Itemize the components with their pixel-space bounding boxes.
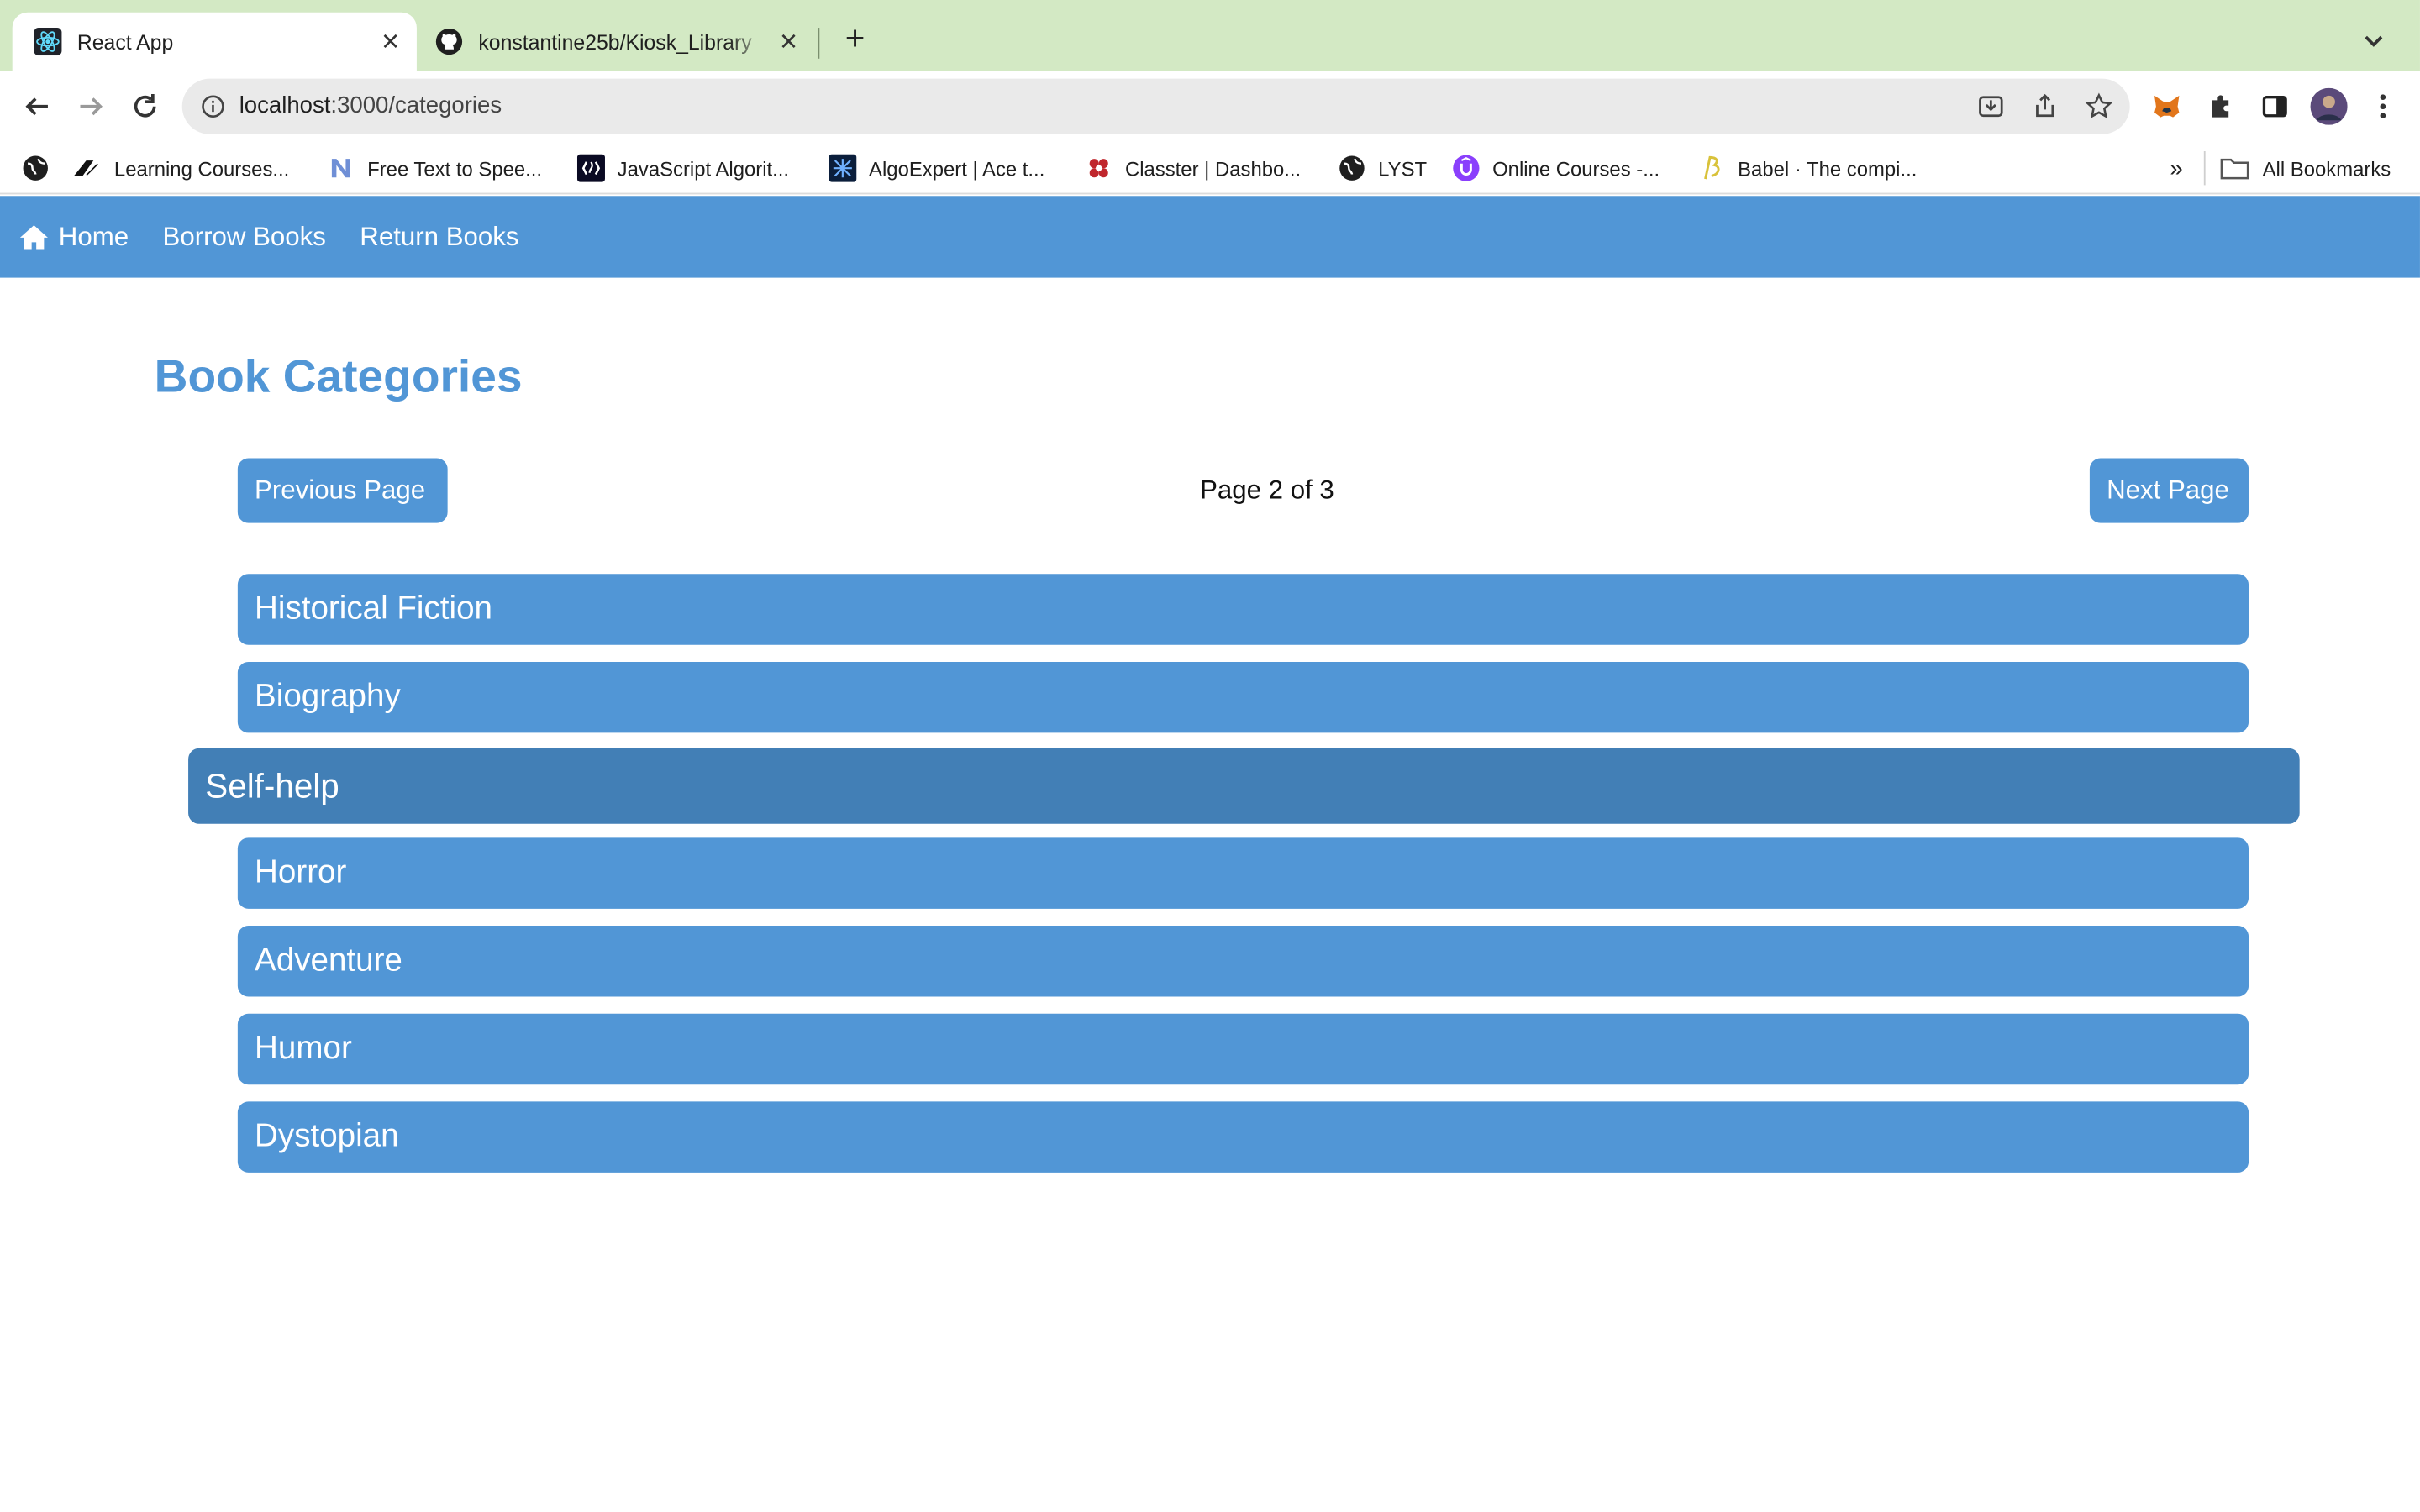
url-path: :3000/categories <box>330 92 502 119</box>
home-icon <box>18 222 50 253</box>
tab-title: konstantine25b/Kiosk_Library <box>478 29 752 54</box>
close-tab-icon[interactable]: ✕ <box>373 24 407 58</box>
tab-search-chevron-icon[interactable] <box>2358 24 2389 55</box>
bookmark-label: Learning Courses... <box>113 156 290 180</box>
freecodecamp-icon <box>576 154 605 182</box>
profile-avatar[interactable] <box>2310 87 2348 125</box>
tab-github[interactable]: konstantine25b/Kiosk_Library ✕ <box>429 13 815 71</box>
bookmark-online-courses[interactable]: Online Courses -... <box>1452 153 1660 184</box>
category-item-historical-fiction[interactable]: Historical Fiction <box>237 574 2249 645</box>
bookmark-label: Babel · The compi... <box>1738 156 1918 180</box>
category-item-horror[interactable]: Horror <box>237 837 2249 909</box>
classter-icon <box>1085 155 1113 182</box>
nav-home-label: Home <box>58 221 129 251</box>
browser-toolbar: localhost:3000/categories <box>0 71 2420 142</box>
github-icon <box>435 28 463 55</box>
url-host: localhost <box>239 92 331 119</box>
bookmarks-bar: Learning Courses... Free Text to Spee...… <box>0 141 2420 195</box>
n-logo-icon <box>327 155 355 182</box>
bookmark-algoexpert[interactable]: AlgoExpert | Ace t... <box>829 153 1044 184</box>
bookmark-free-text-to-speech[interactable]: Free Text to Spee... <box>327 153 542 184</box>
previous-page-button[interactable]: Previous Page <box>237 458 448 523</box>
react-icon <box>34 28 62 56</box>
address-bar[interactable]: localhost:3000/categories <box>182 78 2130 134</box>
category-item-humor[interactable]: Humor <box>237 1013 2249 1085</box>
bookmark-globe[interactable] <box>22 153 62 184</box>
page-title: Book Categories <box>154 351 523 403</box>
next-page-button[interactable]: Next Page <box>2089 458 2249 523</box>
bookmarks-overflow-chevron[interactable]: » <box>2170 153 2182 184</box>
bookmark-label: AlgoExpert | Ace t... <box>869 156 1045 180</box>
bookmark-classter[interactable]: Classter | Dashbo... <box>1085 153 1301 184</box>
app-navbar: Home Borrow Books Return Books <box>0 196 2420 278</box>
browser-window: React App ✕ konstantine25b/Kiosk_Library… <box>0 0 2420 1512</box>
nav-home-link[interactable]: Home <box>18 222 129 253</box>
category-item-adventure[interactable]: Adventure <box>237 926 2249 997</box>
folder-icon <box>2219 155 2250 182</box>
bookmark-star-icon[interactable] <box>2085 92 2113 120</box>
nav-borrow-books-link[interactable]: Borrow Books <box>163 222 326 253</box>
install-app-icon[interactable] <box>1977 92 2005 120</box>
share-icon[interactable] <box>2031 92 2059 120</box>
bookmark-babel[interactable]: Babel · The compi... <box>1697 153 1917 184</box>
coursera-logo-icon <box>74 155 102 182</box>
bookmark-label: Online Courses -... <box>1492 156 1660 180</box>
bookmarks-divider <box>2203 150 2206 186</box>
bookmark-lyst[interactable]: LYST <box>1338 153 1427 184</box>
forward-arrow-icon[interactable] <box>72 88 109 125</box>
globe-icon <box>22 155 50 182</box>
globe-icon <box>1338 155 1365 182</box>
bookmark-javascript-algorithms[interactable]: JavaScript Algorit... <box>576 153 790 184</box>
tab-bar: React App ✕ konstantine25b/Kiosk_Library… <box>0 0 2420 71</box>
bookmark-label: LYST <box>1378 156 1428 180</box>
url-text[interactable]: localhost:3000/categories <box>239 92 502 118</box>
category-item-dystopian[interactable]: Dystopian <box>237 1101 2249 1173</box>
algoexpert-icon <box>829 154 857 182</box>
more-menu-icon[interactable] <box>2366 90 2400 123</box>
tab-separator <box>818 28 820 59</box>
category-item-self-help[interactable]: Self-help <box>188 748 2300 824</box>
site-info-icon[interactable] <box>201 94 225 118</box>
bookmark-label: JavaScript Algorit... <box>617 156 790 180</box>
nav-return-books-link[interactable]: Return Books <box>360 222 518 253</box>
tab-react-app[interactable]: React App ✕ <box>12 12 417 71</box>
page-indicator: Page 2 of 3 <box>1200 475 1334 505</box>
extensions-puzzle-icon[interactable] <box>2204 90 2238 123</box>
reload-icon[interactable] <box>127 88 164 125</box>
all-bookmarks[interactable]: All Bookmarks <box>2219 153 2391 184</box>
all-bookmarks-label: All Bookmarks <box>2262 156 2391 180</box>
metamask-fox-icon[interactable] <box>2150 90 2184 123</box>
bookmark-learning-courses[interactable]: Learning Courses... <box>74 153 289 184</box>
back-arrow-icon[interactable] <box>18 88 55 125</box>
tab-title: React App <box>76 29 174 54</box>
side-panel-icon[interactable] <box>2258 90 2291 123</box>
bookmark-label: Classter | Dashbo... <box>1124 156 1302 180</box>
udemy-icon <box>1452 155 1480 182</box>
close-tab-icon[interactable]: ✕ <box>771 24 805 58</box>
bookmark-label: Free Text to Spee... <box>367 156 543 180</box>
new-tab-icon[interactable]: + <box>836 21 873 59</box>
babel-icon <box>1697 155 1725 182</box>
category-item-biography[interactable]: Biography <box>237 661 2249 733</box>
